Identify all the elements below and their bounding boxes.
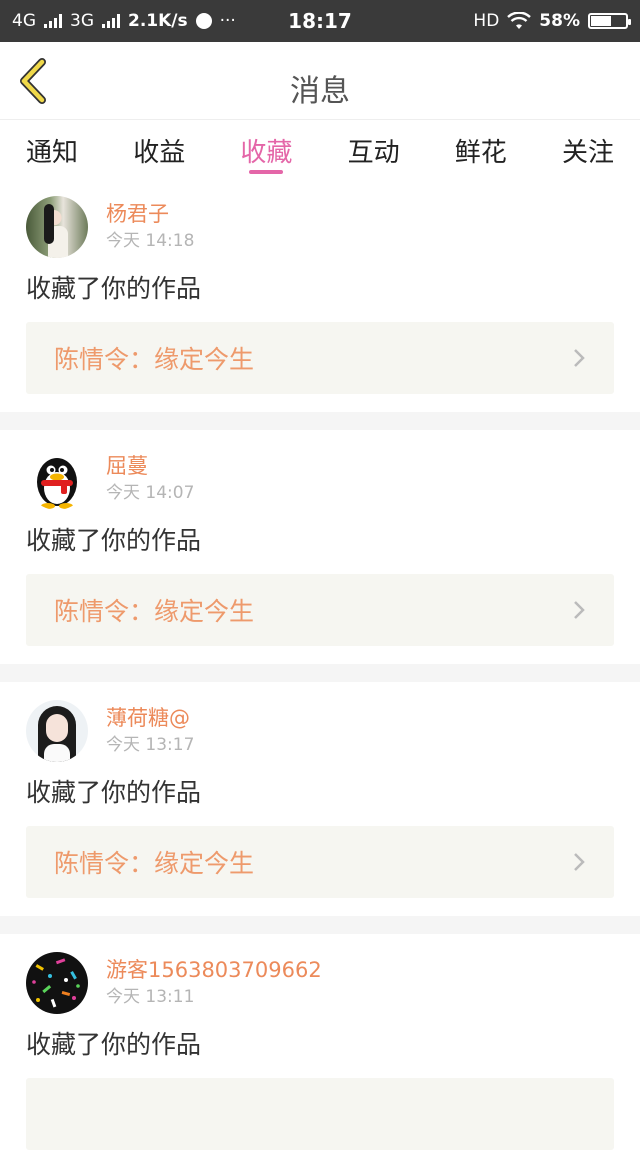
signal-icon: [102, 14, 120, 28]
fire-icon: [195, 13, 212, 29]
avatar[interactable]: [26, 448, 88, 510]
penguin-icon: [37, 458, 77, 509]
tab-interactions[interactable]: 互动: [348, 120, 400, 178]
timestamp: 今天 13:17: [106, 735, 195, 755]
wifi-icon: [507, 12, 532, 29]
work-title: 陈情令：缘定今生: [54, 849, 255, 878]
username[interactable]: 薄荷糖@: [106, 704, 194, 732]
chevron-right-icon: [574, 349, 585, 367]
page-title: 消息: [290, 74, 350, 109]
action-text: 收藏了你的作品: [26, 1030, 202, 1059]
work-link[interactable]: 陈情令：缘定今生: [26, 574, 614, 646]
timestamp: 今天 14:18: [106, 231, 195, 251]
username[interactable]: 杨君子: [106, 200, 194, 228]
tab-flowers[interactable]: 鲜花: [455, 120, 507, 178]
username[interactable]: 屈蔓: [106, 452, 194, 480]
list-item: 杨君子 今天 14:18 收藏了你的作品 陈情令：缘定今生: [0, 178, 640, 412]
action-text: 收藏了你的作品: [26, 778, 202, 807]
tab-earnings[interactable]: 收益: [133, 120, 185, 178]
message-list: 杨君子 今天 14:18 收藏了你的作品 陈情令：缘定今生 屈蔓 今天 14:0…: [0, 178, 640, 1168]
status-bar: 4G 3G 2.1K/s ··· 18:17 HD 58%: [0, 0, 640, 42]
work-link[interactable]: [26, 1078, 614, 1150]
clock: 18:17: [288, 9, 352, 33]
confetti-pattern-icon: [32, 958, 80, 1008]
list-item: 游客1563803709662 今天 13:11 收藏了你的作品: [0, 934, 640, 1168]
avatar[interactable]: [26, 196, 88, 258]
header: 消息: [0, 42, 640, 120]
more-icon: ···: [219, 11, 236, 31]
tab-bar: 通知 收益 收藏 互动 鲜花 关注: [0, 120, 640, 178]
network-4g-label: 4G: [12, 11, 36, 31]
work-link[interactable]: 陈情令：缘定今生: [26, 322, 614, 394]
hd-label: HD: [473, 11, 500, 31]
username[interactable]: 游客1563803709662: [106, 956, 322, 984]
battery-percent: 58%: [539, 11, 580, 31]
avatar[interactable]: [26, 700, 88, 762]
tab-notifications[interactable]: 通知: [26, 120, 78, 178]
battery-icon: [588, 13, 631, 29]
work-title: 陈情令：缘定今生: [54, 597, 255, 626]
action-text: 收藏了你的作品: [26, 526, 202, 555]
avatar[interactable]: [26, 952, 88, 1014]
timestamp: 今天 14:07: [106, 483, 195, 503]
tab-favorites[interactable]: 收藏: [240, 120, 292, 178]
chevron-right-icon: [574, 601, 585, 619]
action-text: 收藏了你的作品: [26, 274, 202, 303]
list-item: 薄荷糖@ 今天 13:17 收藏了你的作品 陈情令：缘定今生: [0, 682, 640, 916]
work-link[interactable]: 陈情令：缘定今生: [26, 826, 614, 898]
network-3g-label: 3G: [70, 11, 94, 31]
chevron-right-icon: [574, 853, 585, 871]
work-title: 陈情令：缘定今生: [54, 345, 255, 374]
tab-follows[interactable]: 关注: [562, 120, 614, 178]
network-speed: 2.1K/s: [128, 11, 188, 31]
list-item: 屈蔓 今天 14:07 收藏了你的作品 陈情令：缘定今生: [0, 430, 640, 664]
timestamp: 今天 13:11: [106, 987, 195, 1007]
signal-icon: [44, 14, 62, 28]
